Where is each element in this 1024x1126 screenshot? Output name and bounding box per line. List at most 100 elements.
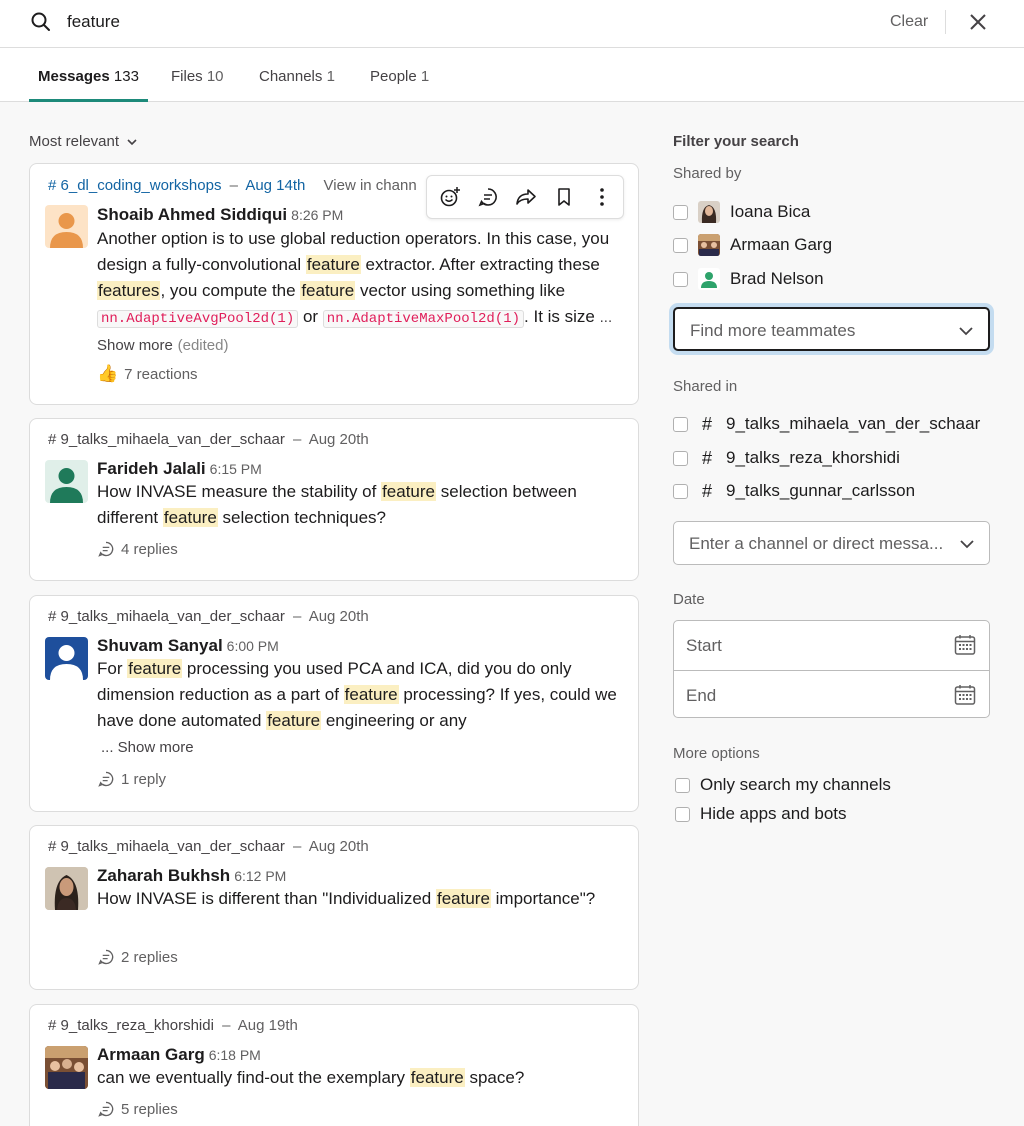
date-range-picker: Start End	[673, 620, 990, 718]
reply-in-thread-icon[interactable]	[477, 186, 499, 208]
tab-messages[interactable]: Messages 133	[38, 68, 139, 85]
message-text: How INVASE measure the stability of feat…	[97, 479, 617, 531]
author-name[interactable]: Shoaib Ahmed Siddiqui 8:26 PM	[97, 205, 343, 225]
show-more-link[interactable]: ... Show more	[101, 739, 194, 756]
result-date[interactable]: Aug 19th	[238, 1017, 298, 1034]
search-result-card[interactable]: # 9_talks_reza_khorshidi – Aug 19th Arma…	[29, 1004, 639, 1126]
checkbox[interactable]	[673, 204, 688, 220]
text-part: engineering or any	[321, 711, 467, 730]
calendar-icon[interactable]	[953, 683, 977, 707]
avatar[interactable]	[45, 867, 88, 910]
replies-count: 5 replies	[121, 1100, 178, 1118]
result-date[interactable]: Aug 20th	[309, 838, 369, 855]
tab-count: 133	[113, 68, 139, 85]
bookmark-icon[interactable]	[553, 186, 575, 208]
search-highlight: feature	[343, 685, 399, 704]
search-result-card[interactable]: # 9_talks_mihaela_van_der_schaar – Aug 2…	[29, 418, 639, 581]
sort-dropdown[interactable]: Most relevant	[29, 133, 137, 150]
author-name[interactable]: Farideh Jalali 6:15 PM	[97, 459, 262, 479]
calendar-icon[interactable]	[953, 633, 977, 657]
date-end-field[interactable]: End	[674, 670, 989, 719]
message-time[interactable]: 6:15 PM	[210, 461, 262, 477]
sort-label: Most relevant	[29, 133, 120, 150]
teammates-placeholder: Find more teammates	[690, 321, 856, 340]
message-time[interactable]: 6:12 PM	[234, 868, 286, 884]
search-input[interactable]: feature	[67, 12, 120, 32]
channel-hash-icon: #	[702, 447, 713, 468]
channel-search-field[interactable]: Enter a channel or direct messa...	[673, 521, 990, 565]
divider	[945, 10, 946, 34]
result-date[interactable]: Aug 20th	[309, 608, 369, 625]
avatar[interactable]	[45, 205, 88, 248]
channel-link[interactable]: # 9_talks_reza_khorshidi	[48, 1017, 214, 1034]
author-label: Armaan Garg	[97, 1045, 205, 1064]
text-part: selection techniques?	[217, 508, 387, 527]
teammates-search-field[interactable]: Find more teammates	[673, 307, 990, 351]
more-actions-icon[interactable]	[591, 186, 613, 208]
checkbox[interactable]	[673, 416, 688, 432]
filter-channel[interactable]: # 9_talks_mihaela_van_der_schaar	[673, 412, 980, 436]
add-reaction-icon[interactable]	[439, 186, 461, 208]
filter-person-ioana-bica[interactable]: Ioana Bica	[673, 200, 810, 224]
result-date[interactable]: Aug 20th	[309, 431, 369, 448]
replies-count: 2 replies	[121, 948, 178, 966]
filter-channel[interactable]: # 9_talks_reza_khorshidi	[673, 446, 900, 470]
filter-channel[interactable]: # 9_talks_gunnar_carlsson	[673, 479, 915, 503]
message-text: How INVASE is different than "Individual…	[97, 886, 617, 912]
share-message-icon[interactable]	[515, 186, 537, 208]
user-photo-icon	[45, 1046, 88, 1089]
reactions-button[interactable]: 👍 7 reactions	[97, 364, 198, 384]
filter-panel-title: Filter your search	[673, 133, 799, 150]
result-meta: # 9_talks_mihaela_van_der_schaar – Aug 2…	[48, 838, 369, 855]
tab-label: People	[370, 68, 417, 85]
text-part: extractor. After extracting these	[360, 255, 600, 274]
replies-link[interactable]: 1 reply	[97, 770, 166, 788]
user-photo-icon	[45, 867, 88, 910]
replies-link[interactable]: 5 replies	[97, 1100, 178, 1118]
result-date[interactable]: Aug 14th	[245, 177, 305, 194]
checkbox[interactable]	[673, 271, 688, 287]
avatar[interactable]	[45, 637, 88, 680]
message-time[interactable]: 8:26 PM	[291, 207, 343, 223]
message-time[interactable]: 6:18 PM	[209, 1047, 261, 1063]
checkbox[interactable]	[673, 450, 688, 466]
text-part: vector using something like	[355, 281, 566, 300]
option-only-my-channels[interactable]: Only search my channels	[675, 773, 891, 797]
avatar	[698, 234, 720, 256]
avatar[interactable]	[45, 460, 88, 503]
text-part: , you compute the	[160, 281, 301, 300]
view-in-channel-link[interactable]: View in chann	[324, 177, 417, 194]
close-icon[interactable]	[966, 10, 990, 34]
replies-link[interactable]: 2 replies	[97, 948, 178, 966]
text-part: importance"?	[490, 889, 596, 908]
filter-person-armaan-garg[interactable]: Armaan Garg	[673, 233, 832, 257]
checkbox[interactable]	[675, 777, 690, 793]
date-start-field[interactable]: Start	[674, 621, 989, 670]
checkbox[interactable]	[673, 237, 688, 253]
tab-channels[interactable]: Channels 1	[259, 68, 335, 85]
person-name: Ioana Bica	[730, 202, 811, 221]
tab-people[interactable]: People 1	[370, 68, 429, 85]
checkbox[interactable]	[675, 806, 690, 822]
replies-link[interactable]: 4 replies	[97, 540, 178, 558]
channel-link[interactable]: # 9_talks_mihaela_van_der_schaar	[48, 838, 285, 855]
message-time[interactable]: 6:00 PM	[227, 638, 279, 654]
thread-icon	[98, 1101, 114, 1117]
filter-person-brad-nelson[interactable]: Brad Nelson	[673, 267, 824, 291]
channel-link[interactable]: # 9_talks_mihaela_van_der_schaar	[48, 608, 285, 625]
inline-code: nn.AdaptiveMaxPool2d(1)	[322, 310, 525, 328]
option-hide-apps-bots[interactable]: Hide apps and bots	[675, 802, 847, 826]
search-highlight: feature	[162, 508, 218, 527]
search-result-card[interactable]: # 9_talks_mihaela_van_der_schaar – Aug 2…	[29, 825, 639, 990]
author-name[interactable]: Shuvam Sanyal 6:00 PM	[97, 636, 279, 656]
checkbox[interactable]	[673, 483, 688, 499]
result-meta: # 9_talks_mihaela_van_der_schaar – Aug 2…	[48, 431, 369, 448]
avatar[interactable]	[45, 1046, 88, 1089]
channel-link[interactable]: # 6_dl_coding_workshops	[48, 177, 221, 194]
tab-files[interactable]: Files 10	[171, 68, 224, 85]
clear-button[interactable]: Clear	[890, 13, 928, 31]
channel-link[interactable]: # 9_talks_mihaela_van_der_schaar	[48, 431, 285, 448]
author-name[interactable]: Armaan Garg 6:18 PM	[97, 1045, 261, 1065]
author-name[interactable]: Zaharah Bukhsh 6:12 PM	[97, 866, 286, 886]
search-result-card[interactable]: # 9_talks_mihaela_van_der_schaar – Aug 2…	[29, 595, 639, 812]
